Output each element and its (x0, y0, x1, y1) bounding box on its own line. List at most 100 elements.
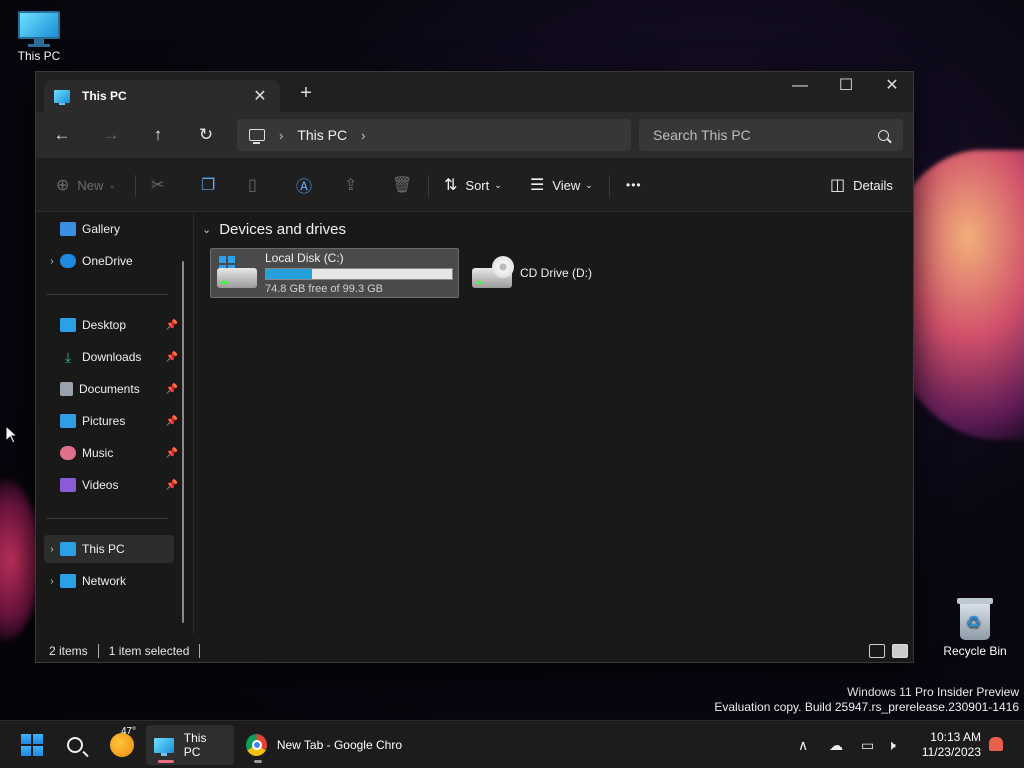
more-options-button[interactable]: ••• (626, 172, 642, 198)
rename-button[interactable]: Ⓐ (296, 172, 320, 198)
sidebar-item-label: Network (82, 574, 127, 588)
sidebar-item-pictures[interactable]: Pictures 📌 (44, 407, 178, 435)
running-indicator (254, 760, 262, 763)
weather-temperature: 47° (121, 726, 137, 737)
details-view-icon[interactable] (869, 644, 885, 658)
status-item-count: 2 items (49, 644, 88, 658)
copy-button[interactable]: ❐ (201, 172, 223, 198)
sidebar-item-network[interactable]: › Network (44, 567, 174, 595)
forward-button[interactable]: → (95, 122, 127, 148)
documents-icon (60, 382, 73, 396)
sidebar-item-gallery[interactable]: Gallery (44, 215, 174, 243)
trash-icon: 🗑 (392, 177, 413, 194)
taskbar-app-label: New Tab - Google Chro (276, 738, 402, 752)
desktop-icon-this-pc[interactable]: This PC (1, 11, 77, 63)
group-header-devices[interactable]: ⌄ Devices and drives (202, 221, 346, 238)
large-icons-view-icon[interactable] (892, 644, 908, 658)
minimize-button[interactable]: — (777, 72, 823, 102)
search-button[interactable] (67, 725, 83, 765)
active-indicator (158, 760, 174, 763)
divider (97, 644, 99, 658)
cut-button[interactable]: ✂ (151, 172, 172, 198)
pin-icon[interactable]: 📌 (166, 384, 178, 395)
taskbar-app-this-pc[interactable]: This PC (146, 725, 234, 765)
close-tab-icon[interactable]: ✕ (250, 86, 270, 106)
new-label: New (77, 177, 104, 193)
drive-local-disk-c[interactable]: Local Disk (C:) 74.8 GB free of 99.3 GB (210, 248, 459, 298)
notification-bell-icon[interactable] (989, 737, 1003, 751)
navigation-pane: Gallery › OneDrive Desktop 📌 ⤓ Downloads… (36, 213, 193, 634)
close-window-button[interactable]: ✕ (869, 72, 913, 102)
chevron-right-icon[interactable]: › (279, 128, 283, 143)
search-input[interactable]: Search This PC (639, 119, 903, 151)
chevron-down-icon: ⌄ (585, 179, 593, 190)
taskbar-app-label: This PC (183, 731, 207, 759)
desktop-icon-recycle-bin[interactable]: ♻ Recycle Bin (937, 598, 1013, 658)
breadcrumb-this-pc[interactable]: This PC (297, 127, 347, 143)
start-button[interactable] (21, 725, 43, 765)
network-tray-button[interactable]: ▭ (861, 721, 874, 768)
sidebar-item-label: Pictures (82, 414, 126, 428)
refresh-button[interactable]: ↻ (190, 122, 222, 148)
up-button[interactable]: ↑ (142, 122, 174, 148)
drive-cd-d[interactable]: CD Drive (D:) (466, 248, 626, 298)
onedrive-icon (60, 254, 76, 268)
new-button[interactable]: ⊕ New ⌄ (56, 172, 116, 198)
share-icon: ⇪ (344, 177, 358, 194)
pin-icon[interactable]: 📌 (166, 416, 178, 427)
new-tab-button[interactable]: + (294, 82, 318, 105)
drive-usage-bar (265, 268, 453, 280)
music-icon (60, 446, 76, 460)
sidebar-item-label: This PC (82, 542, 125, 556)
sidebar-item-documents[interactable]: Documents 📌 (44, 375, 178, 403)
paste-button[interactable]: ▯ (248, 172, 265, 198)
copy-icon: ❐ (201, 177, 216, 194)
sidebar-item-label: Gallery (82, 222, 121, 236)
taskbar: 47° This PC New Tab - Google Chro ∧ ☁ ▭ … (0, 720, 1024, 768)
show-hidden-icons-button[interactable]: ∧ (798, 721, 808, 768)
address-bar[interactable]: › This PC › (237, 119, 631, 151)
sidebar-item-onedrive[interactable]: › OneDrive (44, 247, 174, 275)
maximize-button[interactable]: ☐ (823, 72, 869, 102)
view-icon: ☰ (530, 177, 545, 194)
back-button[interactable]: ← (46, 122, 78, 148)
sidebar-item-this-pc[interactable]: › This PC (44, 535, 174, 563)
this-pc-icon (154, 737, 174, 756)
view-button[interactable]: ☰ View ⌄ (530, 172, 593, 198)
clock[interactable]: 10:13 AM 11/23/2023 (905, 730, 981, 760)
sort-button[interactable]: ⇅ Sort ⌄ (444, 172, 502, 198)
pin-icon[interactable]: 📌 (166, 448, 178, 459)
delete-button[interactable]: 🗑 (392, 172, 420, 198)
volume-mute-icon: 🕨 (887, 736, 896, 753)
drive-free-space: 74.8 GB free of 99.3 GB (265, 283, 384, 295)
share-button[interactable]: ⇪ (344, 172, 365, 198)
mouse-cursor-icon (5, 425, 17, 444)
sidebar-item-music[interactable]: Music 📌 (44, 439, 178, 467)
chevron-right-icon[interactable]: › (361, 128, 365, 143)
chevron-right-icon[interactable]: › (44, 544, 60, 555)
cd-drive-icon (470, 254, 514, 292)
sidebar-item-label: Desktop (82, 318, 127, 332)
onedrive-tray-button[interactable]: ☁ (829, 721, 843, 768)
status-selection: 1 item selected (108, 644, 190, 658)
sort-label: Sort (465, 177, 490, 193)
chevron-right-icon[interactable]: › (44, 256, 60, 267)
content-area: ⌄ Devices and drives Local Disk (C:) 74.… (194, 213, 913, 634)
rename-icon: Ⓐ (296, 179, 313, 196)
volume-tray-button[interactable]: 🕨 (887, 721, 896, 768)
divider (135, 175, 136, 197)
sidebar-item-desktop[interactable]: Desktop 📌 (44, 311, 178, 339)
pin-icon[interactable]: 📌 (166, 352, 178, 363)
chevron-right-icon[interactable]: › (44, 576, 60, 587)
computer-icon (249, 129, 265, 144)
taskbar-app-chrome[interactable]: New Tab - Google Chro (238, 725, 410, 765)
sidebar-item-downloads[interactable]: ⤓ Downloads 📌 (44, 343, 178, 371)
pin-icon[interactable]: 📌 (166, 480, 178, 491)
sidebar-item-videos[interactable]: Videos 📌 (44, 471, 178, 499)
tab-this-pc[interactable]: This PC ✕ (44, 80, 280, 112)
sidebar-scrollbar[interactable] (182, 261, 184, 623)
videos-icon (60, 478, 76, 492)
pin-icon[interactable]: 📌 (166, 320, 178, 331)
details-pane-button[interactable]: ◫ Details (830, 172, 893, 198)
divider (46, 294, 168, 295)
